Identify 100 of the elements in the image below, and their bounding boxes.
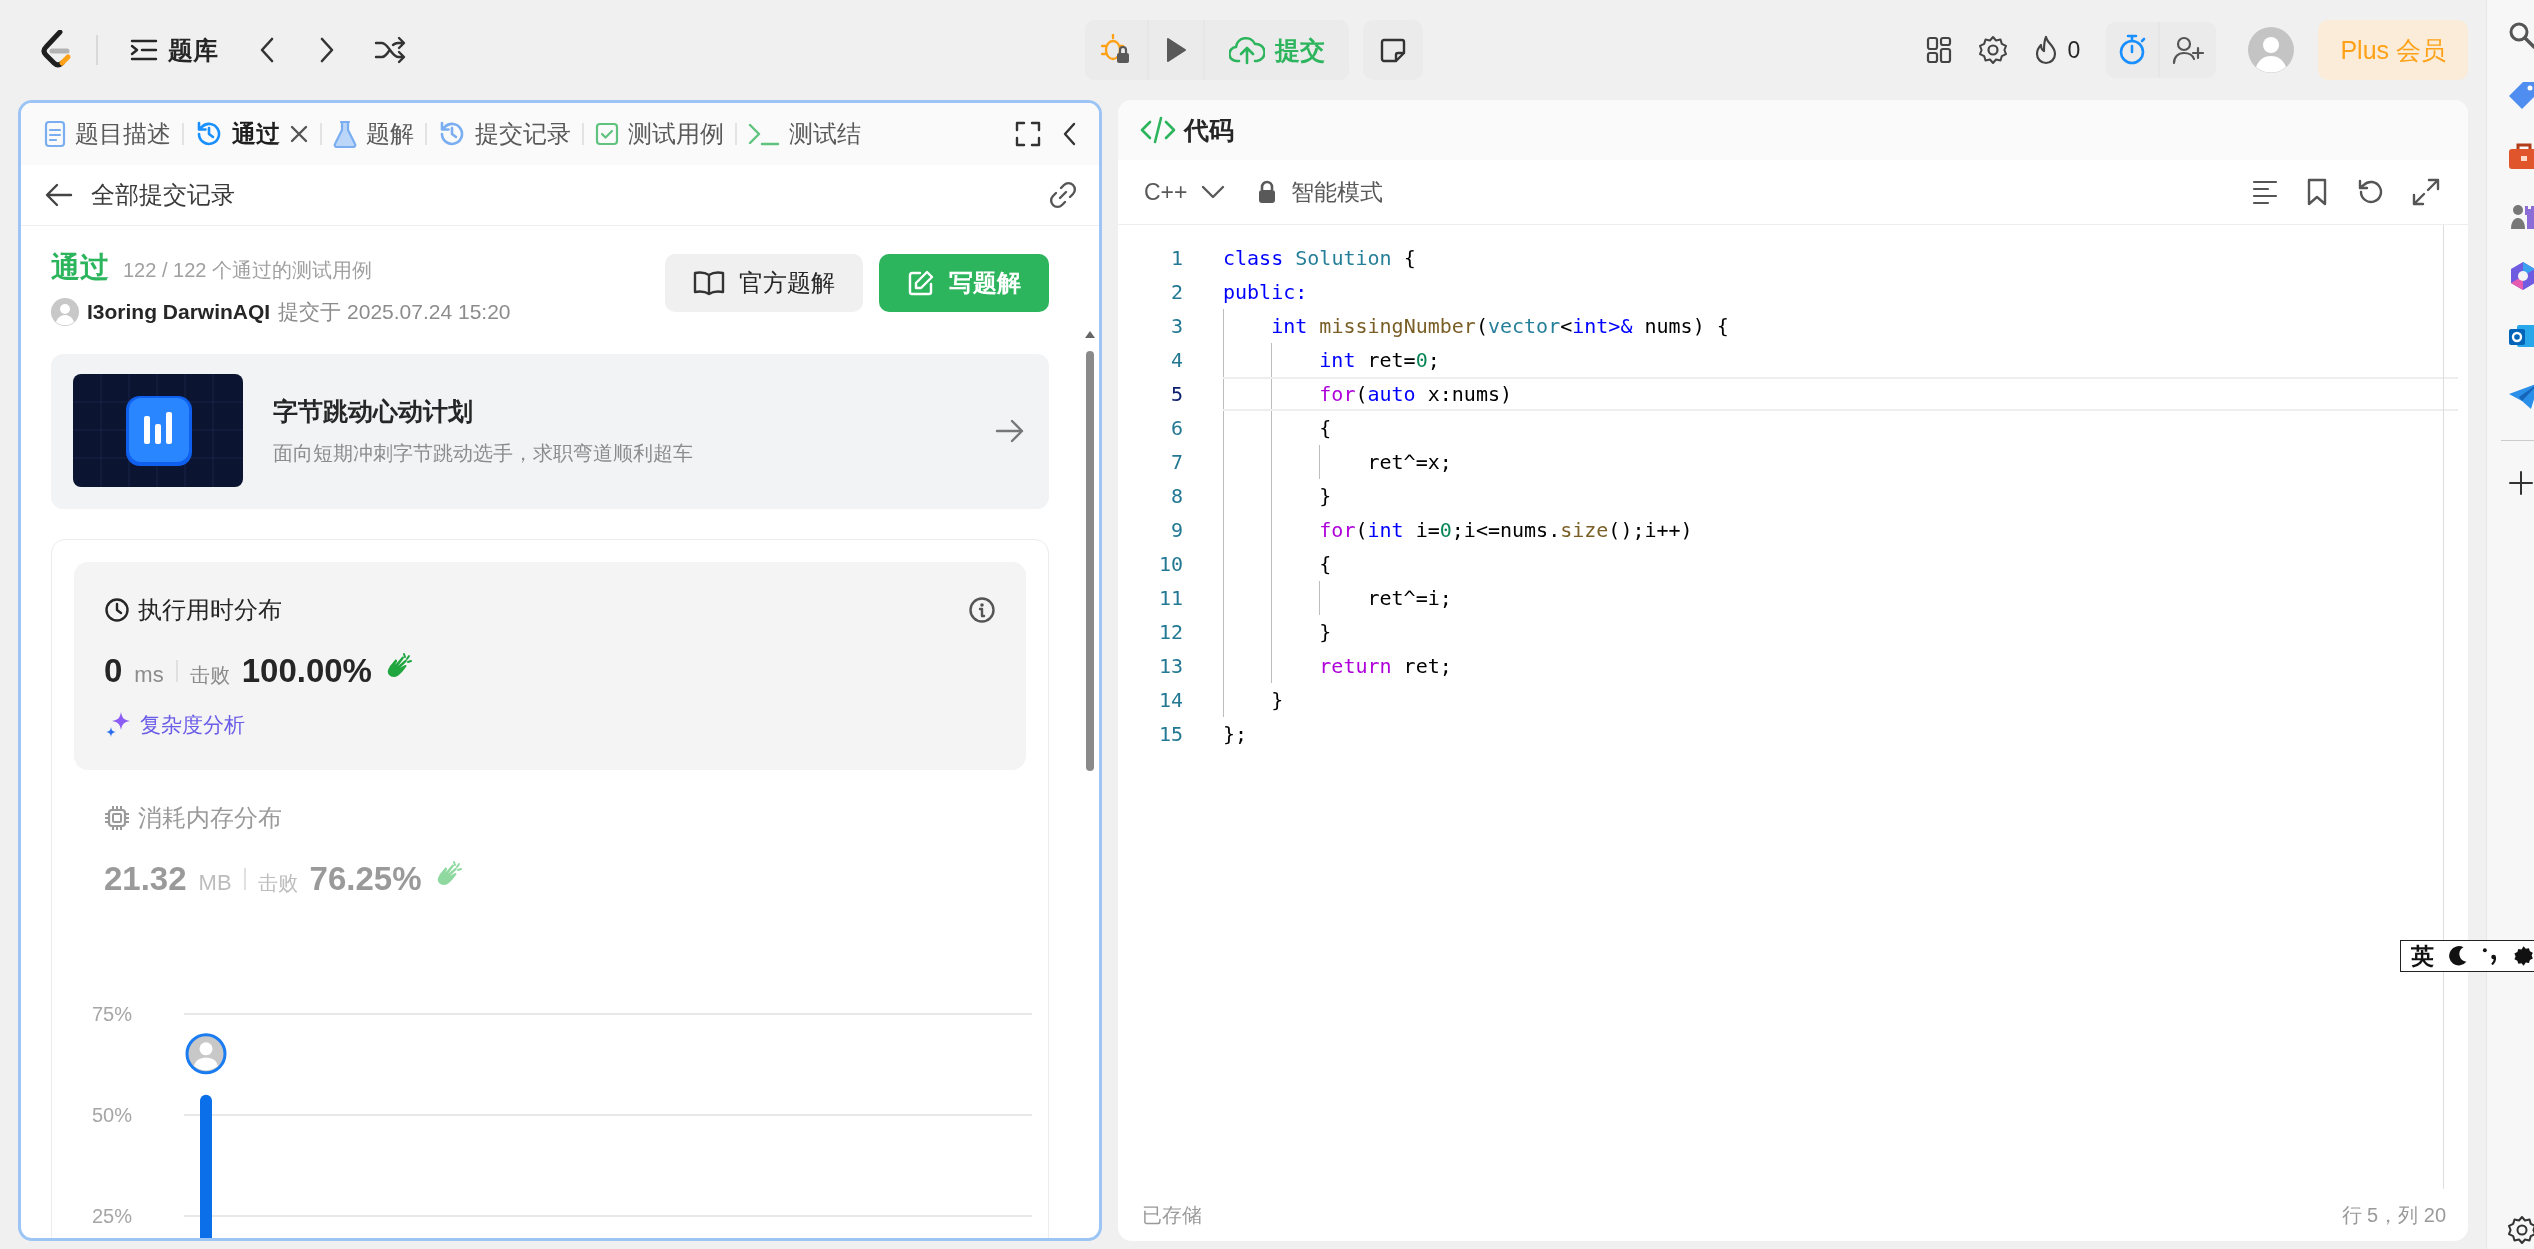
tick-label: 50% — [92, 1104, 133, 1126]
tab[interactable]: 通过 — [184, 112, 320, 156]
code-line: { — [1223, 411, 2468, 445]
code-line: } — [1223, 683, 2468, 717]
language-dropdown[interactable]: C++ — [1132, 172, 1238, 212]
search-icon[interactable] — [2507, 20, 2534, 52]
history-icon — [438, 120, 466, 148]
line-number: 10 — [1157, 552, 1183, 576]
code-line: return ret; — [1223, 649, 2468, 683]
moon-icon[interactable] — [2448, 945, 2468, 967]
user-avatar-icon — [51, 298, 79, 326]
code-line: } — [1223, 615, 2468, 649]
settings-icon[interactable] — [2512, 945, 2534, 967]
beats-label: 击败 — [189, 663, 230, 688]
code-line: ret^=x; — [1223, 445, 2468, 479]
beats-percentage: 76.25% — [309, 860, 422, 898]
tab[interactable]: 题目描述 — [33, 112, 182, 156]
flask-icon — [333, 120, 357, 148]
code-line: for(auto x:nums) — [1223, 377, 2458, 411]
tag-icon[interactable] — [2507, 80, 2534, 112]
info-icon[interactable] — [968, 596, 996, 624]
cursor-position: 行 5，列 20 — [2341, 1202, 2446, 1228]
mode-button[interactable]: 智能模式 — [1245, 170, 1396, 214]
arrow-right-icon — [995, 417, 1025, 444]
bar-chart-logo-icon — [73, 374, 243, 487]
panel-title: 代码 — [1184, 114, 1234, 146]
line-number: 5 — [1169, 382, 1183, 406]
test-case-count: 122 / 122 个通过的测试用例 — [123, 258, 372, 283]
back-arrow-icon[interactable] — [45, 182, 73, 208]
shuffle-icon — [374, 36, 406, 64]
input-mode-toggle[interactable]: 英 — [2411, 941, 2434, 971]
line-number: 9 — [1169, 518, 1183, 542]
line-number: 12 — [1157, 620, 1183, 644]
code-line: { — [1223, 547, 2468, 581]
terminal-icon — [748, 122, 780, 146]
lock-icon — [1257, 180, 1278, 204]
note-button[interactable] — [1363, 20, 1423, 80]
section-title: 执行用时分布 — [138, 595, 283, 625]
metric-value: 0 — [104, 652, 123, 690]
line-number: 13 — [1157, 654, 1183, 678]
avatar-marker-icon — [185, 1033, 227, 1075]
code-line: } — [1223, 479, 2468, 513]
section-title: 消耗内存分布 — [138, 803, 283, 833]
line-number: 4 — [1169, 348, 1183, 372]
align-left-icon — [2252, 179, 2278, 205]
promo-subtitle: 面向短期冲刺字节跳动选手，求职弯道顺利超车 — [273, 440, 694, 466]
line-number: 14 — [1157, 688, 1183, 712]
plus-icon[interactable] — [2507, 469, 2534, 497]
link-icon[interactable] — [1047, 179, 1079, 211]
punctuation-icon[interactable] — [2481, 945, 2499, 967]
tick-label: 25% — [92, 1205, 133, 1227]
tab[interactable]: 题解 — [322, 112, 425, 156]
edit-icon — [907, 269, 935, 297]
metric-value: 21.32 — [104, 860, 187, 898]
undo-icon — [2356, 178, 2384, 206]
line-number: 1 — [1169, 246, 1183, 270]
submission-time: 提交于 2025.07.24 15:20 — [278, 299, 511, 325]
metric-unit: ms — [134, 662, 164, 688]
code-line: ret^=i; — [1223, 581, 2468, 615]
clock-icon — [104, 597, 130, 623]
promo-card[interactable]: 字节跳动心动计划 面向短期冲刺字节跳动选手，求职弯道顺利超车 — [51, 354, 1049, 509]
code-line: public: — [1223, 279, 1309, 306]
tab[interactable]: 测试用例 — [584, 112, 735, 156]
line-number: 2 — [1169, 280, 1183, 304]
run-button[interactable] — [1149, 20, 1203, 80]
beats-label: 击败 — [257, 871, 298, 896]
official-solution-button[interactable]: 官方题解 — [665, 254, 863, 312]
layout-icon — [1925, 36, 1952, 64]
list-icon — [130, 38, 158, 62]
code-line: class Solution { — [1223, 245, 1417, 272]
line-number: 3 — [1169, 314, 1183, 338]
book-icon — [693, 270, 725, 296]
back-link[interactable]: 全部提交记录 — [91, 179, 1029, 211]
save-status: 已存储 — [1142, 1202, 1202, 1228]
document-icon — [44, 120, 66, 148]
line-number: 11 — [1157, 586, 1183, 610]
add-user-button[interactable] — [2160, 22, 2217, 78]
note-icon — [1380, 37, 1406, 63]
streak-counter[interactable]: 0 — [2025, 27, 2089, 73]
chip-icon — [104, 805, 130, 831]
flame-icon — [2033, 35, 2058, 65]
problem-bank-button[interactable]: 题库 — [120, 25, 228, 75]
code-line: for(int i=0;i<=nums.size();i++) — [1223, 513, 2468, 547]
metric-unit: MB — [198, 870, 232, 896]
complexity-analysis-link[interactable]: 复杂度分析 — [140, 711, 245, 739]
line-number: 15 — [1157, 722, 1183, 746]
promo-title: 字节跳动心动计划 — [273, 395, 474, 427]
code-line: }; — [1223, 721, 1249, 748]
close-icon[interactable] — [289, 124, 309, 144]
timer-button[interactable] — [2106, 22, 2159, 78]
checkbox-icon — [595, 122, 619, 146]
tab[interactable]: 提交记录 — [427, 112, 582, 156]
beats-percentage: 100.00% — [241, 652, 372, 690]
chevron-down-icon — [1201, 184, 1226, 200]
line-number: 8 — [1169, 484, 1183, 508]
settings-icon[interactable] — [2507, 1215, 2534, 1245]
history-icon — [195, 120, 223, 148]
username[interactable]: I3oring DarwinAQI — [87, 300, 271, 324]
tab[interactable]: 测试结 — [737, 112, 872, 156]
debug-button[interactable] — [1085, 20, 1147, 80]
